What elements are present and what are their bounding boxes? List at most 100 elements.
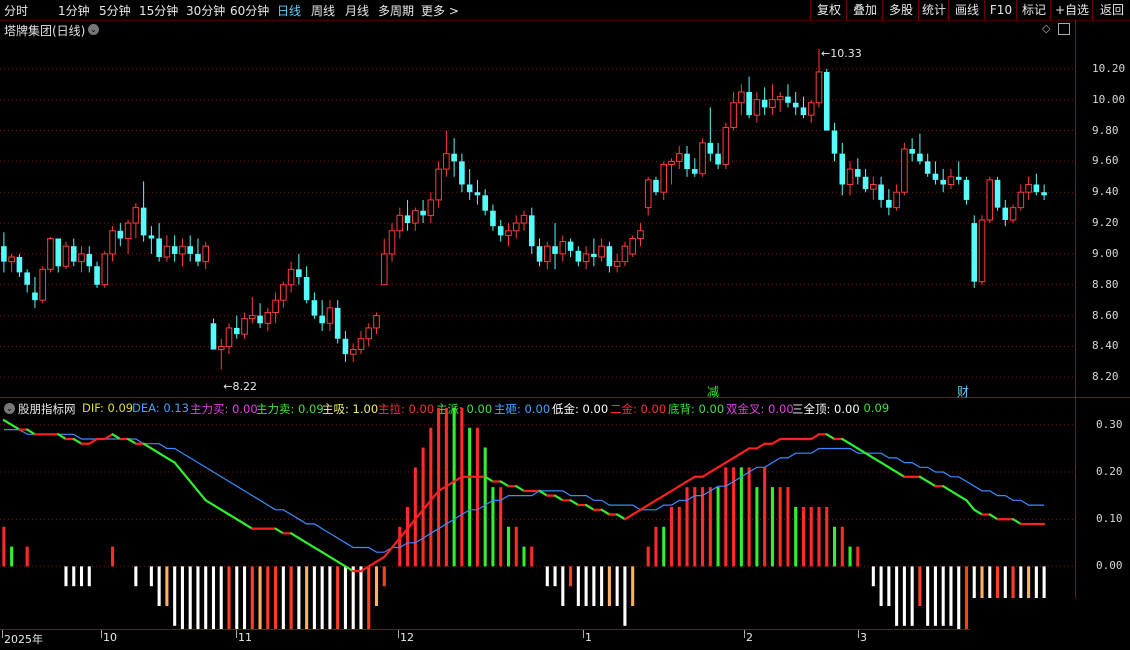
candle-up xyxy=(629,237,636,255)
dif-line-segment xyxy=(297,536,308,544)
tab-fenshi[interactable]: 分时 xyxy=(4,2,28,19)
candle-down xyxy=(171,246,178,254)
dif-line-segment xyxy=(165,456,176,464)
candle-down xyxy=(878,184,884,200)
tab-multi-period[interactable]: 多周期 xyxy=(378,2,414,19)
indicator-chart[interactable] xyxy=(0,398,1075,629)
candle-down xyxy=(420,210,426,216)
candle-up xyxy=(101,253,109,286)
candle-up xyxy=(893,191,900,209)
candle-up xyxy=(637,230,644,239)
add-favorite-button[interactable]: +自选 xyxy=(1050,0,1093,20)
f10-button[interactable]: F10 xyxy=(984,0,1017,20)
candle-up xyxy=(280,284,287,301)
date-tick-label: 12 xyxy=(400,631,414,644)
tab-monthly[interactable]: 月线 xyxy=(345,2,369,19)
price-tick-label: 9.80 xyxy=(1092,123,1119,137)
dif-line-segment xyxy=(538,489,549,497)
dif-line-segment xyxy=(732,452,743,459)
back-button[interactable]: 返回 xyxy=(1092,0,1130,20)
date-tick-label: 10 xyxy=(103,631,117,644)
tab-daily[interactable]: 日线 xyxy=(277,2,301,19)
dif-line-segment xyxy=(243,522,254,530)
candle-up xyxy=(1025,184,1032,193)
candle-up xyxy=(412,210,419,224)
dif-line-segment xyxy=(227,513,238,521)
dif-line-segment xyxy=(336,560,347,568)
tab-5min[interactable]: 5分钟 xyxy=(99,2,131,19)
dif-line-segment xyxy=(887,466,898,474)
candle-down xyxy=(94,266,100,285)
dif-line-segment xyxy=(949,489,960,497)
overlay-button[interactable]: 叠加 xyxy=(846,0,883,20)
tab-15min[interactable]: 15分钟 xyxy=(139,2,178,19)
candle-down xyxy=(257,315,263,324)
date-tick-label: 2 xyxy=(746,631,753,644)
candle-down xyxy=(932,173,939,180)
indicator-tick-label: 0.30 xyxy=(1096,417,1123,431)
candle-up xyxy=(947,176,955,186)
candle-up xyxy=(179,245,186,255)
date-tick-mark xyxy=(101,630,102,638)
candle-up xyxy=(520,214,528,224)
candle-down xyxy=(195,253,201,262)
candle-down xyxy=(334,307,341,339)
tab-30min[interactable]: 30分钟 xyxy=(186,2,225,19)
candle-down xyxy=(1,246,7,262)
price-tick-label: 8.60 xyxy=(1092,308,1119,322)
tab-60min[interactable]: 60分钟 xyxy=(230,2,269,19)
dif-line-segment xyxy=(724,456,735,464)
tab-more[interactable]: 更多 > xyxy=(421,2,459,19)
dif-line-segment xyxy=(10,423,21,431)
candlestick-chart[interactable] xyxy=(0,20,1075,397)
candle-down xyxy=(187,246,193,254)
candle-up xyxy=(62,245,70,267)
candle-down xyxy=(148,235,155,239)
dif-line-segment xyxy=(631,508,642,516)
dif-line-segment xyxy=(150,447,161,455)
candle-up xyxy=(427,199,435,216)
dif-line-segment xyxy=(274,527,285,535)
date-tick-mark xyxy=(744,630,745,638)
dif-line-segment xyxy=(499,480,510,488)
dif-line-segment xyxy=(965,499,976,511)
candle-down xyxy=(140,207,147,236)
candle-up xyxy=(287,268,295,286)
dif-line-segment xyxy=(856,447,867,455)
candle-down xyxy=(86,253,93,267)
candle-down xyxy=(490,210,496,227)
candle-up xyxy=(47,237,54,270)
dif-line-segment xyxy=(740,447,751,455)
dif-line-segment xyxy=(841,437,852,445)
mark-button[interactable]: 标记 xyxy=(1016,0,1051,20)
dif-line-segment xyxy=(367,560,378,568)
candle-up xyxy=(132,207,140,224)
tab-weekly[interactable]: 周线 xyxy=(311,2,335,19)
candle-down xyxy=(24,272,30,285)
indicator-tick-label: 0.20 xyxy=(1096,465,1123,479)
draw-line-button[interactable]: 画线 xyxy=(948,0,985,20)
price-high-label: ←10.33 xyxy=(820,46,862,60)
stats-button[interactable]: 统计 xyxy=(918,0,949,20)
dif-line-segment xyxy=(375,555,386,563)
tab-1min[interactable]: 1分钟 xyxy=(58,2,90,19)
price-tick-label: 8.20 xyxy=(1092,370,1119,384)
date-tick-mark xyxy=(398,630,399,638)
candle-down xyxy=(156,238,162,257)
dif-line-segment xyxy=(290,532,300,540)
candle-down xyxy=(474,192,481,196)
candle-down xyxy=(746,91,752,116)
candle-down xyxy=(1033,184,1040,193)
candle-up xyxy=(846,168,854,186)
multi-stock-button[interactable]: 多股 xyxy=(882,0,919,20)
candle-down xyxy=(909,149,915,154)
candle-up xyxy=(241,318,248,335)
candle-down xyxy=(924,161,931,174)
fuquan-button[interactable]: 复权 xyxy=(810,0,847,20)
dif-line-segment xyxy=(158,452,169,459)
candle-up xyxy=(582,253,590,263)
date-tick-label: 1 xyxy=(585,631,592,644)
candle-down xyxy=(839,153,846,185)
candle-up xyxy=(613,261,621,267)
candle-down xyxy=(963,179,970,200)
